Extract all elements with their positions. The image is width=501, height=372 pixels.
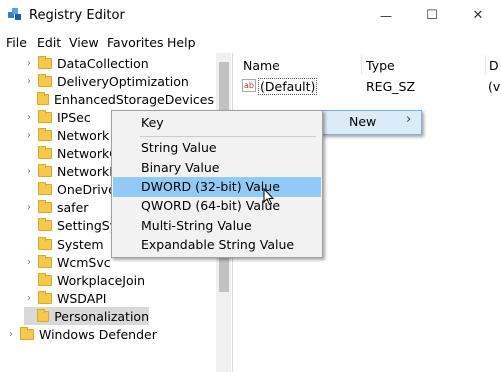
menu-edit[interactable]: Edit xyxy=(37,35,61,50)
folder-icon xyxy=(38,146,52,159)
tree-item-label: WcmSvc xyxy=(57,254,111,270)
new-submenu: Key String Value Binary Value DWORD (32-… xyxy=(111,110,323,258)
registry-app-icon xyxy=(8,8,22,22)
expand-chevron-icon[interactable]: › xyxy=(24,58,34,69)
folder-icon xyxy=(38,73,52,87)
expand-chevron-icon[interactable]: › xyxy=(24,202,34,213)
tree-item[interactable]: › Windows Defender xyxy=(6,326,157,344)
tree-item-label: WSDAPI xyxy=(57,290,107,306)
submenu-item-multi-string-value[interactable]: Multi-String Value xyxy=(113,216,321,236)
menu-favorites[interactable]: Favorites xyxy=(107,35,163,50)
tree-item[interactable]: › WSDAPI xyxy=(24,289,214,307)
folder-icon xyxy=(38,182,52,196)
expand-chevron-icon[interactable]: › xyxy=(6,329,16,340)
close-button[interactable]: ✕ xyxy=(455,0,501,31)
window-title: Registry Editor xyxy=(29,8,125,23)
folder-icon xyxy=(36,308,50,322)
submenu-item-key[interactable]: Key xyxy=(113,113,321,133)
menu-file[interactable]: File xyxy=(6,35,27,50)
value-row[interactable]: ab (Default) REG_SZ (v xyxy=(242,77,501,95)
folder-icon xyxy=(36,91,49,105)
tree-item-label: DataCollection xyxy=(57,55,149,71)
folder-icon xyxy=(38,272,52,286)
tree-item-label: EnhancedStorageDevices xyxy=(54,91,214,107)
tree-item-label: DeliveryOptimization xyxy=(57,73,189,89)
tree-item[interactable]: WorkplaceJoin xyxy=(24,271,214,289)
submenu-item-qword-value[interactable]: QWORD (64-bit) Value xyxy=(113,196,321,216)
tree-item[interactable]: Personalization xyxy=(24,307,149,326)
expand-chevron-icon[interactable]: › xyxy=(24,76,34,87)
folder-icon xyxy=(38,218,52,232)
column-header-type[interactable]: Type xyxy=(366,58,395,73)
menu-help[interactable]: Help xyxy=(167,35,196,50)
folder-icon xyxy=(38,164,52,178)
folder-icon xyxy=(38,127,52,141)
tree-item-label: safer xyxy=(57,200,89,216)
folder-icon xyxy=(38,236,52,250)
column-header-name[interactable]: Name xyxy=(243,58,280,73)
tree-item-label: Windows Defender xyxy=(39,327,157,342)
expand-chevron-icon[interactable]: › xyxy=(24,257,34,268)
folder-icon xyxy=(38,254,52,268)
folder-icon xyxy=(38,200,52,214)
menu-bar: File Edit View Favorites Help xyxy=(0,31,501,53)
column-separator[interactable] xyxy=(361,55,362,75)
folder-icon xyxy=(20,327,34,340)
submenu-item-string-value[interactable]: String Value xyxy=(113,138,321,158)
mouse-pointer-icon xyxy=(263,187,275,209)
expand-chevron-icon[interactable]: › xyxy=(24,112,34,123)
value-name: (Default) xyxy=(258,78,318,95)
submenu-item-binary-value[interactable]: Binary Value xyxy=(113,158,321,178)
tree-item-label: WorkplaceJoin xyxy=(57,272,146,288)
new-menu-item[interactable]: New › xyxy=(321,110,422,135)
expand-chevron-icon[interactable]: › xyxy=(24,166,34,177)
maximize-icon: ☐ xyxy=(426,8,438,23)
maximize-button[interactable]: ☐ xyxy=(409,0,455,31)
tree-item-label: IPSec xyxy=(57,109,91,125)
tree-item-label: Personalization xyxy=(54,308,149,324)
string-value-icon: ab xyxy=(242,79,256,92)
folder-icon xyxy=(38,55,52,69)
value-data: (v xyxy=(488,79,501,94)
tree-item-label: SettingSy xyxy=(57,218,118,234)
tree-item[interactable]: › DeliveryOptimization xyxy=(24,72,214,90)
menu-separator xyxy=(140,136,316,137)
tree-item-label: Network xyxy=(57,127,110,143)
minimize-button[interactable]: — xyxy=(363,0,409,31)
column-separator[interactable] xyxy=(485,55,486,75)
tree-item-label: System xyxy=(57,236,104,252)
expand-chevron-icon[interactable]: › xyxy=(24,293,34,304)
tree-item-label: OneDrive xyxy=(57,182,116,198)
tree-item[interactable]: › DataCollection xyxy=(24,54,214,72)
submenu-item-dword-value[interactable]: DWORD (32-bit) Value xyxy=(113,177,321,197)
minimize-icon: — xyxy=(380,8,392,23)
menu-view[interactable]: View xyxy=(69,35,99,50)
submenu-arrow-icon: › xyxy=(406,112,412,127)
value-type: REG_SZ xyxy=(366,79,416,94)
tree-item[interactable]: EnhancedStorageDevices xyxy=(24,90,214,108)
close-icon: ✕ xyxy=(472,8,484,23)
folder-icon xyxy=(38,109,52,123)
expand-chevron-icon[interactable]: › xyxy=(24,130,34,141)
folder-icon xyxy=(38,290,52,304)
submenu-item-expandable-string-value[interactable]: Expandable String Value xyxy=(113,235,321,255)
new-menu-label: New xyxy=(349,114,377,129)
column-header-data[interactable]: D xyxy=(489,58,499,73)
tree-item-label: NetworkP xyxy=(57,164,117,180)
tree-item-label: NetworkC xyxy=(57,146,118,161)
